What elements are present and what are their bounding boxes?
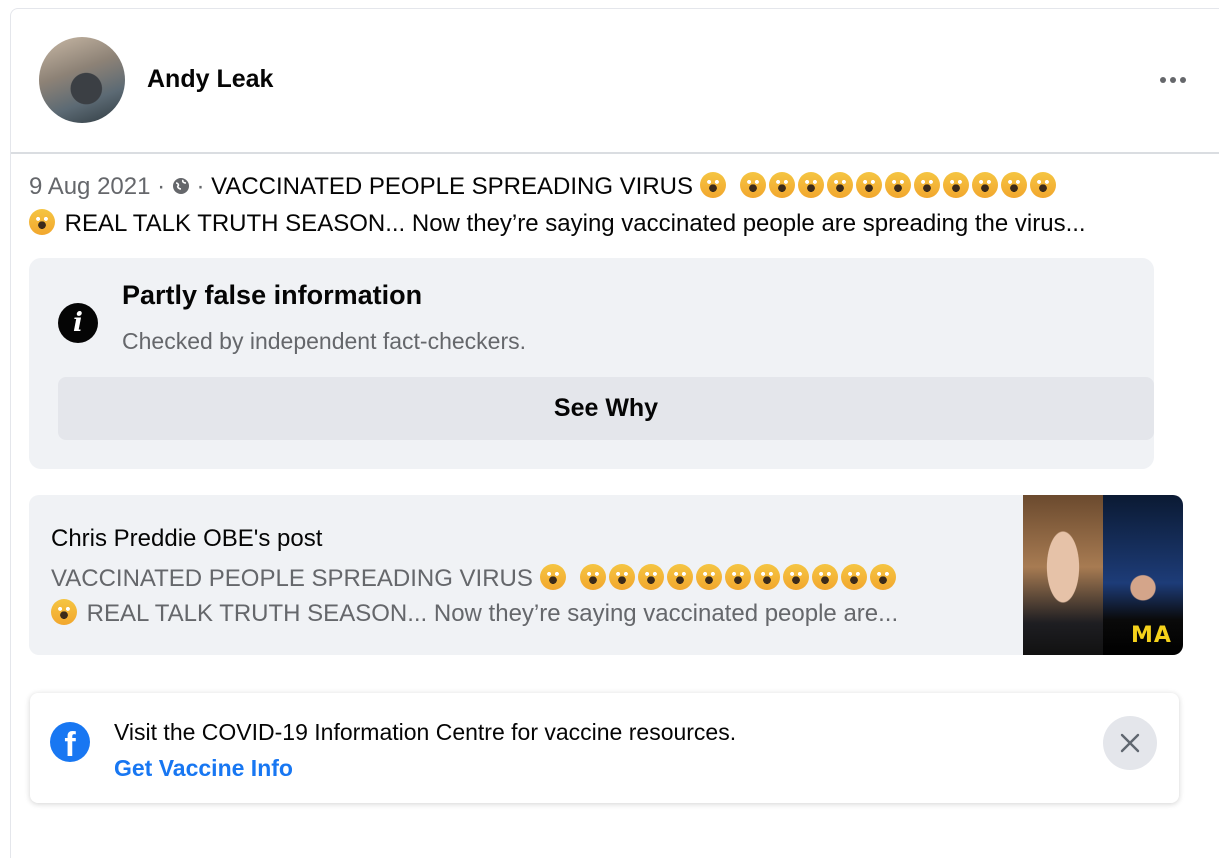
face-screaming-emoji [797,172,824,198]
face-screaming-emoji [811,564,838,590]
face-screaming-emoji [637,564,664,590]
shared-text-line1: VACCINATED PEOPLE SPREADING VIRUS [51,565,533,592]
face-screaming-emoji [1000,172,1027,198]
face-screaming-emoji [539,564,566,590]
thumbnail-photo-left [1023,495,1103,655]
post-header: Andy Leak [39,37,1199,127]
fact-check-subtitle: Checked by independent fact-checkers. [122,328,527,354]
face-screaming-emoji [699,172,726,198]
get-vaccine-info-link[interactable]: Get Vaccine Info [114,755,293,782]
post-text-line2: REAL TALK TRUTH SEASON... Now they’re sa… [64,210,1086,237]
face-screaming-emoji [753,564,780,590]
separator: · [150,173,172,200]
fact-check-title: Partly false information [122,280,423,310]
header-divider [11,152,1219,154]
shared-post-title: Chris Preddie OBE's post [51,525,323,552]
face-screaming-emoji [826,172,853,198]
face-screaming-emoji [942,172,969,198]
author-name[interactable]: Andy Leak [147,65,273,94]
fact-check-panel: i Partly false information Checked by in… [29,258,1154,469]
face-screaming-emoji [855,172,882,198]
face-screaming-emoji [869,564,896,590]
more-options-icon[interactable] [1153,65,1193,95]
info-icon: i [58,303,98,343]
face-screaming-emoji [884,172,911,198]
shared-post-thumbnail[interactable]: MA [1023,495,1183,655]
shared-post-preview[interactable]: Chris Preddie OBE's post VACCINATED PEOP… [29,495,1183,655]
face-screaming-emoji [782,564,809,590]
shared-text-line2: REAL TALK TRUTH SEASON... Now they’re sa… [86,600,899,627]
face-screaming-emoji [768,172,795,198]
face-screaming-emoji [51,599,77,625]
face-screaming-emoji [724,564,751,590]
face-screaming-emoji [971,172,998,198]
post-date[interactable]: 9 Aug 2021 [29,173,150,200]
facebook-logo-icon: f [50,722,90,762]
face-screaming-emoji [840,564,867,590]
avatar[interactable] [39,37,125,123]
face-screaming-emoji [695,564,722,590]
post-text: 9 Aug 2021 · · VACCINATED PEOPLE SPREADI… [29,168,1189,242]
face-screaming-emoji [739,172,766,198]
shared-post-text: VACCINATED PEOPLE SPREADING VIRUS REAL T… [51,561,1011,631]
see-why-button[interactable]: See Why [58,377,1154,440]
face-screaming-emoji [1029,172,1056,198]
face-screaming-emoji [608,564,635,590]
post-text-line1: VACCINATED PEOPLE SPREADING VIRUS [211,173,693,200]
covid-info-banner: f Visit the COVID-19 Information Centre … [30,693,1179,803]
separator: · [189,173,212,200]
covid-banner-message: Visit the COVID-19 Information Centre fo… [114,719,737,745]
thumbnail-text: MA [1131,623,1172,648]
face-screaming-emoji [666,564,693,590]
face-screaming-emoji [913,172,940,198]
globe-icon [172,178,189,194]
face-screaming-emoji [579,564,606,590]
close-icon[interactable] [1103,716,1157,770]
face-screaming-emoji [29,209,55,235]
